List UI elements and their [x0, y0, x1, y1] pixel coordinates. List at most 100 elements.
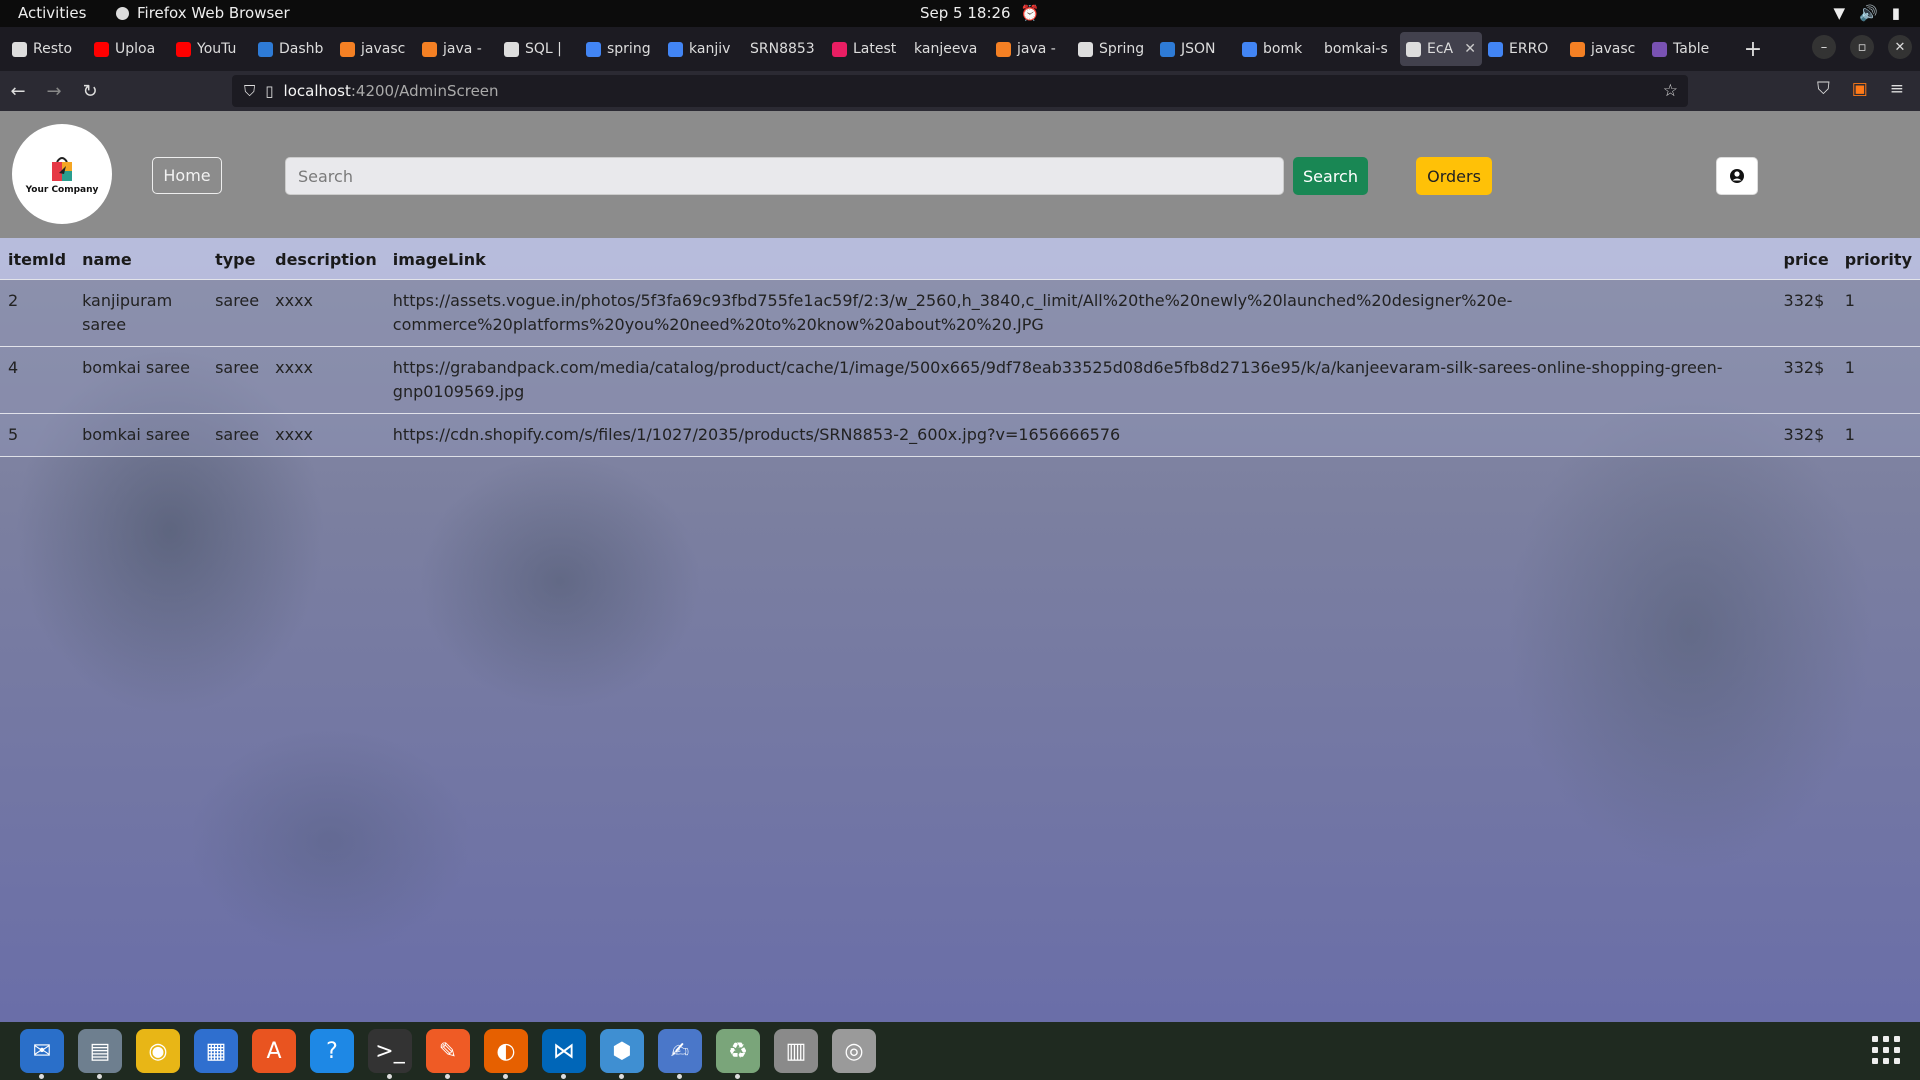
pocket-icon[interactable]: ⛉: [1817, 79, 1830, 99]
tab-close-icon[interactable]: ✕: [1464, 41, 1476, 57]
tab-favicon-icon: [1078, 41, 1093, 57]
activities-button[interactable]: Activities: [18, 4, 86, 22]
bookmark-star-icon[interactable]: ☆: [1663, 81, 1678, 101]
disk-icon[interactable]: ◎: [832, 1029, 876, 1073]
tab-label: Spring: [1099, 41, 1145, 57]
cell-description: xxxx: [267, 278, 385, 346]
browser-tab[interactable]: kanjeeva: [908, 32, 990, 66]
search-button[interactable]: Search: [1293, 157, 1368, 195]
company-logo[interactable]: Your Company: [12, 124, 112, 224]
cell-image-link: https://assets.vogue.in/photos/5f3fa69c9…: [384, 278, 1776, 346]
tab-favicon-icon: [1242, 41, 1257, 57]
tab-favicon-icon: [422, 41, 437, 57]
browser-tab[interactable]: JSON: [1154, 32, 1236, 66]
browser-tab[interactable]: javasc: [1564, 32, 1646, 66]
terminal-icon[interactable]: >_: [368, 1029, 412, 1079]
reload-icon[interactable]: ↻: [72, 81, 108, 102]
address-bar[interactable]: ⛉ ▯ localhost:4200/AdminScreen ☆: [232, 75, 1688, 107]
cell-price: 332$: [1775, 278, 1837, 346]
show-applications-icon[interactable]: [1872, 1036, 1900, 1064]
browser-tab[interactable]: Uploa: [88, 32, 170, 66]
virtualbox-icon[interactable]: ⬢: [600, 1029, 644, 1079]
help-icon[interactable]: ?: [310, 1029, 354, 1073]
browser-tab[interactable]: SQL |: [498, 32, 580, 66]
home-button[interactable]: Home: [152, 157, 222, 194]
search-input[interactable]: [285, 157, 1284, 195]
text-editor-icon[interactable]: ✍: [658, 1029, 702, 1079]
user-profile-button[interactable]: [1716, 157, 1758, 195]
minimize-icon[interactable]: –: [1812, 35, 1836, 59]
tab-label: kanjiv: [689, 41, 731, 57]
system-tray[interactable]: ▼ 🔊 ▮: [1834, 4, 1901, 22]
items-table: itemId name type description imageLink p…: [0, 238, 1920, 457]
app-center-icon[interactable]: A: [252, 1029, 296, 1073]
shield-icon[interactable]: ⛉: [244, 82, 255, 100]
tab-favicon-icon: [94, 41, 109, 57]
browser-tab[interactable]: Resto: [6, 32, 88, 66]
back-icon[interactable]: ←: [0, 81, 36, 102]
trash-icon[interactable]: ♻: [716, 1029, 760, 1079]
tab-label: java -: [1017, 41, 1056, 57]
app-menu[interactable]: Firefox Web Browser: [116, 4, 290, 22]
orders-button[interactable]: Orders: [1416, 157, 1492, 195]
browser-tab[interactable]: Spring: [1072, 32, 1154, 66]
browser-tab[interactable]: Latest: [826, 32, 908, 66]
tab-label: bomkai-s: [1324, 41, 1388, 57]
browser-tab[interactable]: Table: [1646, 32, 1728, 66]
cell-item-id: 4: [0, 345, 75, 413]
cell-image-link: https://grabandpack.com/media/catalog/pr…: [384, 345, 1776, 413]
clock[interactable]: Sep 5 18:26 ⏰: [920, 4, 1039, 22]
browser-tab[interactable]: javasc: [334, 32, 416, 66]
system-top-bar: Activities Firefox Web Browser Sep 5 18:…: [0, 0, 1920, 27]
cell-item-id: 5: [0, 412, 75, 457]
browser-tab[interactable]: bomkai-s: [1318, 32, 1400, 66]
firefox-icon[interactable]: ◐: [484, 1029, 528, 1079]
column-header: name: [82, 249, 132, 269]
browser-tab[interactable]: ERRO: [1482, 32, 1564, 66]
browser-tab[interactable]: bomk: [1236, 32, 1318, 66]
browser-tab[interactable]: Dashb: [252, 32, 334, 66]
cell-image-link: https://cdn.shopify.com/s/files/1/1027/2…: [384, 412, 1776, 457]
url-path: :4200/AdminScreen: [350, 82, 499, 100]
maximize-icon[interactable]: ▫: [1850, 35, 1874, 59]
tab-favicon-icon: [832, 41, 847, 57]
browser-tab[interactable]: SRN8853: [744, 32, 826, 66]
close-icon[interactable]: ✕: [1888, 35, 1912, 59]
cell-priority: 1: [1836, 345, 1920, 413]
cell-priority: 1: [1836, 278, 1920, 346]
files-icon[interactable]: ▤: [78, 1029, 122, 1079]
new-tab-icon[interactable]: +: [1738, 37, 1768, 62]
forward-icon[interactable]: →: [36, 81, 72, 102]
tab-favicon-icon: [1570, 41, 1585, 57]
cell-name: bomkai saree: [74, 412, 208, 457]
tab-label: javasc: [361, 41, 406, 57]
browser-tab[interactable]: java -: [416, 32, 498, 66]
page-content: Your Company Home Search Orders itemId n…: [0, 111, 1920, 1022]
cell-price: 332$: [1775, 345, 1837, 413]
page-icon: ▯: [265, 82, 274, 100]
archive-icon[interactable]: ▥: [774, 1029, 818, 1073]
tab-favicon-icon: [340, 41, 355, 57]
logo-text: Your Company: [25, 185, 99, 195]
browser-tab[interactable]: kanjiv: [662, 32, 744, 66]
browser-tab[interactable]: EcA ✕: [1400, 32, 1482, 66]
tab-label: Latest: [853, 41, 897, 57]
vscode-icon[interactable]: ⋈: [542, 1029, 586, 1079]
browser-tab[interactable]: java -: [990, 32, 1072, 66]
rhythmbox-icon[interactable]: ◉: [136, 1029, 180, 1073]
toolbar-right: ⛉ ▣ ≡: [1817, 79, 1904, 99]
tab-label: spring: [607, 41, 651, 57]
tab-favicon-icon: [176, 41, 191, 57]
alarm-icon: ⏰: [1020, 4, 1040, 22]
writer-icon[interactable]: ▦: [194, 1029, 238, 1073]
table-row: 5 bomkai saree saree xxxx https://cdn.sh…: [0, 412, 1920, 457]
tab-label: Dashb: [279, 41, 324, 57]
tab-label: Uploa: [115, 41, 156, 57]
extension-icon[interactable]: ▣: [1852, 79, 1868, 99]
browser-tab[interactable]: YouTu: [170, 32, 252, 66]
browser-tab[interactable]: spring: [580, 32, 662, 66]
postman-icon[interactable]: ✎: [426, 1029, 470, 1079]
menu-icon[interactable]: ≡: [1890, 79, 1904, 99]
cell-description: xxxx: [267, 412, 385, 457]
thunderbird-icon[interactable]: ✉: [20, 1029, 64, 1079]
